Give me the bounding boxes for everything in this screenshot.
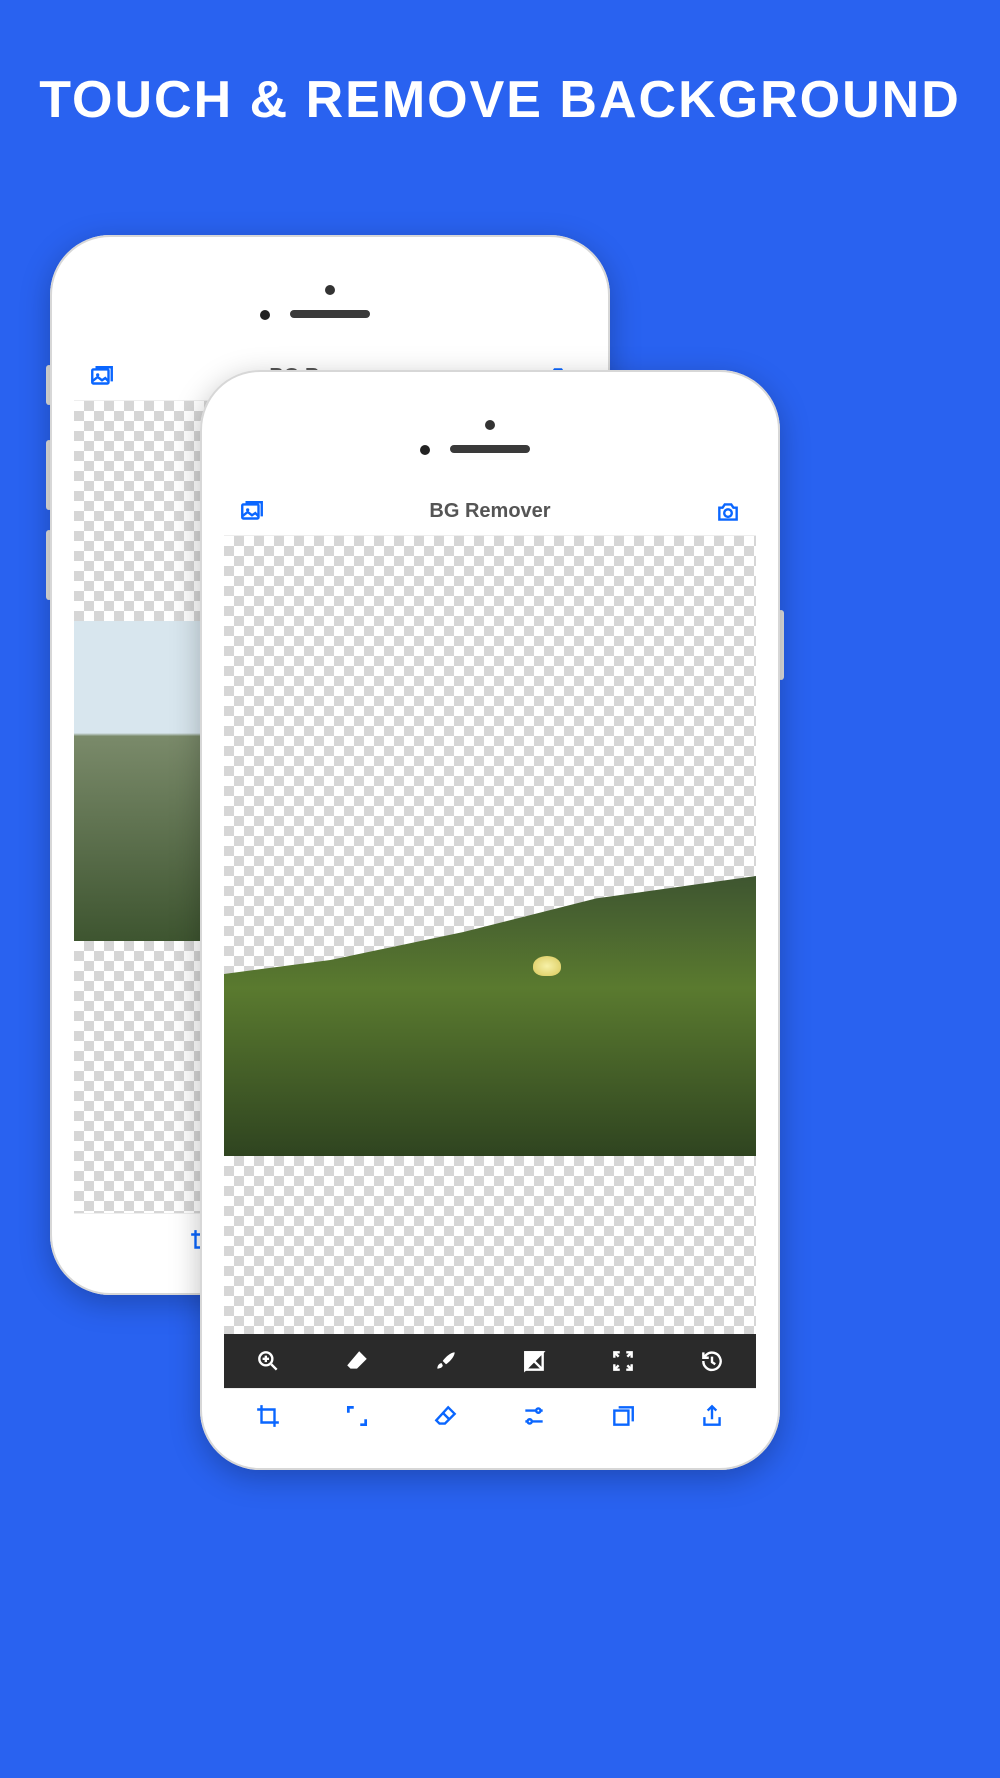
history-icon <box>699 1348 725 1374</box>
app-navbar: BG Remover <box>224 488 756 536</box>
promo-headline: Touch & Remove Background <box>0 0 1000 130</box>
app-title: BG Remover <box>429 500 550 523</box>
layers-icon <box>610 1403 636 1429</box>
camera-icon <box>715 499 741 525</box>
invert-icon <box>521 1348 547 1374</box>
sliders-icon <box>521 1403 547 1429</box>
share-button[interactable] <box>692 1396 732 1436</box>
eraser-icon <box>344 1348 370 1374</box>
phone-sensor <box>420 445 430 455</box>
share-icon <box>699 1403 725 1429</box>
brush-icon <box>433 1348 459 1374</box>
history-tool[interactable] <box>692 1341 732 1381</box>
layers-tool[interactable] <box>603 1396 643 1436</box>
crop-icon <box>255 1403 281 1429</box>
brush-tool[interactable] <box>426 1341 466 1381</box>
camera-button[interactable] <box>712 496 744 528</box>
zoom-in-icon <box>255 1348 281 1374</box>
tools-toolbar <box>224 1334 756 1388</box>
photo-flower <box>533 956 561 976</box>
editing-canvas[interactable] <box>224 536 756 1334</box>
gallery-icon <box>239 499 265 525</box>
crop-tool[interactable] <box>248 1396 288 1436</box>
corners-icon <box>344 1403 370 1429</box>
corners-tool[interactable] <box>337 1396 377 1436</box>
adjust-tool[interactable] <box>514 1396 554 1436</box>
phone-speaker <box>450 445 530 453</box>
eraser-tool[interactable] <box>337 1341 377 1381</box>
eraser-mode-tool[interactable] <box>426 1396 466 1436</box>
bottom-toolbar <box>224 1388 756 1442</box>
expand-tool[interactable] <box>603 1341 643 1381</box>
eraser-tool-icon <box>433 1403 459 1429</box>
invert-tool[interactable] <box>514 1341 554 1381</box>
phone-sensor <box>260 310 270 320</box>
photo-foreground <box>224 876 756 1156</box>
app-screen-front: BG Remover <box>224 488 756 1442</box>
gallery-button[interactable] <box>236 496 268 528</box>
gallery-icon <box>89 364 115 390</box>
phone-speaker <box>290 310 370 318</box>
gallery-button[interactable] <box>86 361 118 393</box>
phone-mockup-front: BG Remover <box>200 370 780 1470</box>
zoom-in-tool[interactable] <box>248 1341 288 1381</box>
expand-icon <box>610 1348 636 1374</box>
